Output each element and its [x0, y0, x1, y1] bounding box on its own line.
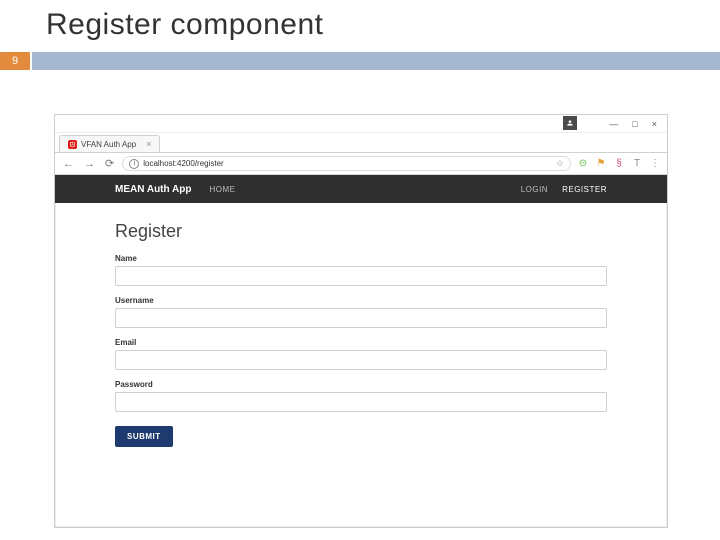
email-input[interactable]	[115, 350, 607, 370]
address-bar-row: ← → ⟳ i ☆ ⊝ ⚑ § T ⋮	[55, 153, 667, 175]
nav-register[interactable]: REGISTER	[562, 185, 607, 194]
tab-close-icon[interactable]: ×	[146, 139, 151, 149]
username-label: Username	[115, 296, 607, 305]
field-username: Username	[115, 296, 607, 328]
app-navbar: MEAN Auth App HOME LOGIN REGISTER	[55, 175, 667, 203]
site-info-icon[interactable]: i	[129, 159, 139, 169]
tab-title: VFAN Auth App	[81, 140, 136, 149]
browser-tab[interactable]: VFAN Auth App ×	[59, 135, 160, 152]
extension-icon[interactable]: §	[613, 158, 625, 169]
nav-login[interactable]: LOGIN	[521, 185, 548, 194]
browser-menu-icon[interactable]: ⋮	[649, 158, 661, 169]
window-titlebar: — □ ×	[55, 115, 667, 133]
reload-icon[interactable]: ⟳	[103, 157, 116, 170]
window-maximize-icon[interactable]: □	[632, 119, 637, 129]
browser-window: — □ × VFAN Auth App × ← → ⟳ i ☆ ⊝ ⚑ § T …	[54, 114, 668, 528]
angular-favicon-icon	[68, 140, 77, 149]
slide-title: Register component	[0, 0, 720, 42]
page-heading: Register	[115, 221, 607, 242]
back-icon[interactable]: ←	[61, 158, 76, 170]
field-email: Email	[115, 338, 607, 370]
field-password: Password	[115, 380, 607, 412]
nav-home[interactable]: HOME	[209, 185, 235, 194]
window-minimize-icon[interactable]: —	[609, 119, 618, 129]
slide-number: 9	[0, 52, 30, 70]
slide-bar-fill	[32, 52, 720, 70]
page-content: Register Name Username Email Password SU…	[55, 203, 667, 457]
submit-button[interactable]: SUBMIT	[115, 426, 173, 447]
password-input[interactable]	[115, 392, 607, 412]
extension-icon[interactable]: ⚑	[595, 158, 607, 169]
forward-icon[interactable]: →	[82, 158, 97, 170]
url-input[interactable]	[143, 159, 552, 168]
extension-icon[interactable]: T	[631, 158, 643, 169]
app-brand[interactable]: MEAN Auth App	[115, 184, 191, 195]
email-label: Email	[115, 338, 607, 347]
username-input[interactable]	[115, 308, 607, 328]
extension-icon[interactable]: ⊝	[577, 158, 589, 169]
window-close-icon[interactable]: ×	[652, 119, 657, 129]
password-label: Password	[115, 380, 607, 389]
address-bar[interactable]: i ☆	[122, 156, 571, 171]
profile-icon[interactable]	[563, 116, 577, 130]
field-name: Name	[115, 254, 607, 286]
name-input[interactable]	[115, 266, 607, 286]
slide-number-bar: 9	[0, 52, 720, 70]
bookmark-star-icon[interactable]: ☆	[556, 158, 564, 169]
name-label: Name	[115, 254, 607, 263]
tab-strip: VFAN Auth App ×	[55, 133, 667, 153]
